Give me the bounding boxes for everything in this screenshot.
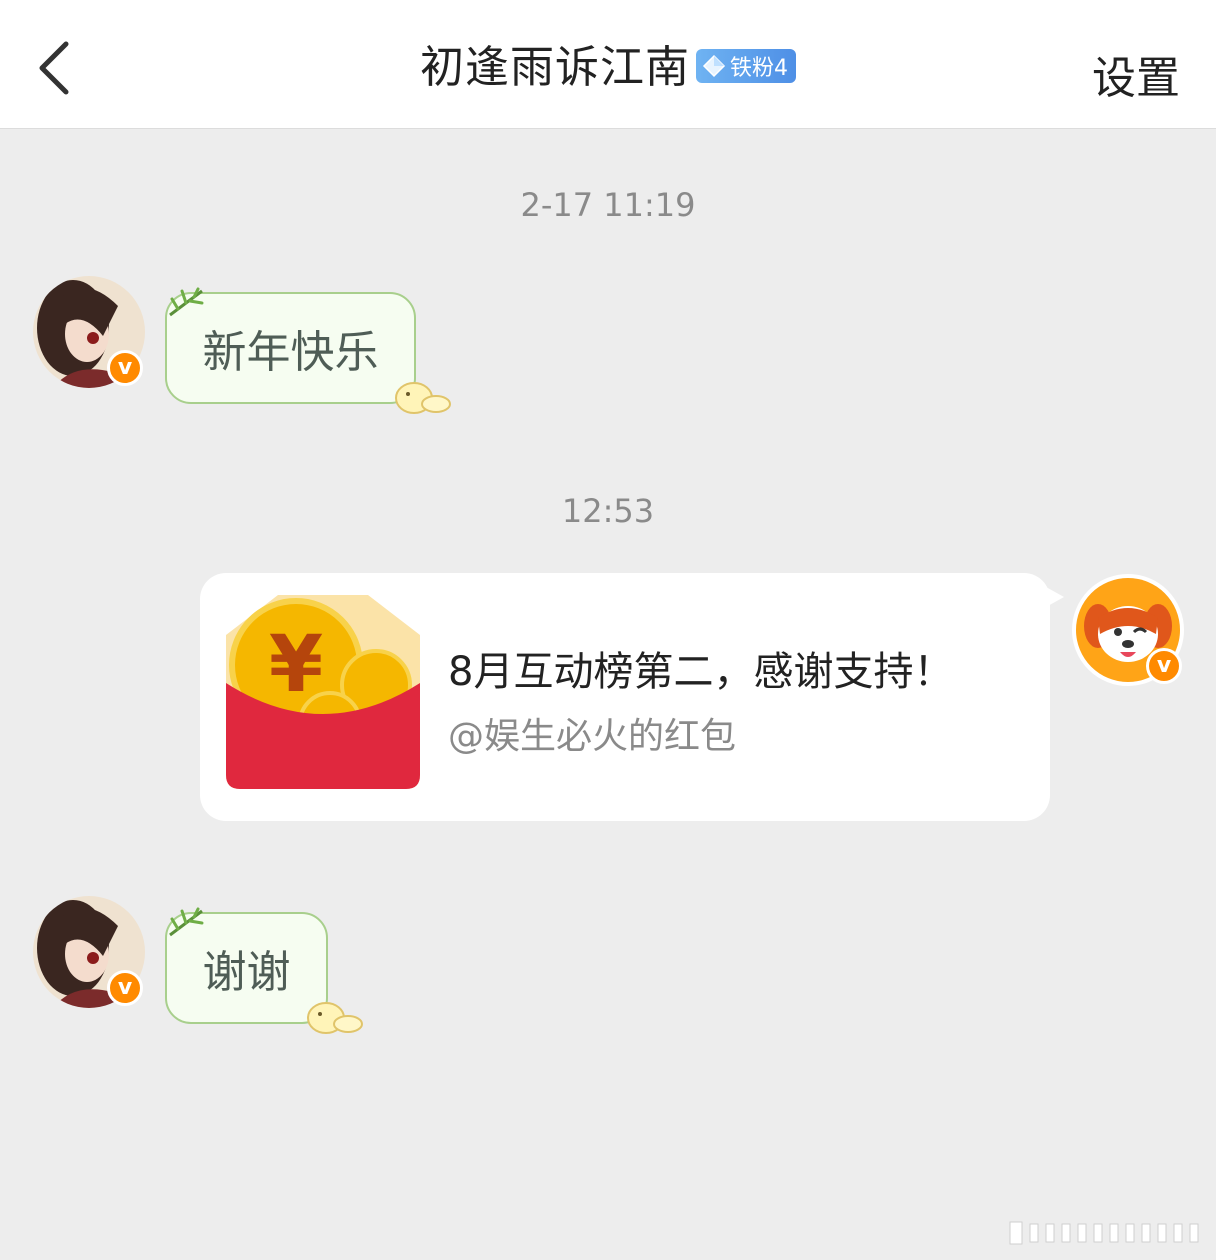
- chick-decoration-icon: [307, 1002, 363, 1034]
- bamboo-decoration-icon: [169, 907, 204, 937]
- v-verified-icon: v: [107, 970, 143, 1006]
- message-text: 谢谢: [202, 947, 291, 998]
- top-bar: 初逢雨诉江南 铁粉4 设置: [0, 0, 1216, 129]
- sender-avatar[interactable]: v: [33, 276, 145, 388]
- red-packet-title: 8月互动榜第二，感谢支持！: [448, 649, 954, 695]
- v-verified-icon: v: [1146, 648, 1182, 684]
- fan-badge-label: 铁粉4: [730, 56, 788, 81]
- settings-button[interactable]: 设置: [1092, 42, 1180, 106]
- title-group: 初逢雨诉江南 铁粉4: [0, 38, 1216, 98]
- bamboo-decoration-icon: [169, 287, 204, 317]
- red-envelope-icon: ¥: [226, 595, 420, 789]
- chick-decoration-icon: [395, 382, 451, 414]
- chat-title: 初逢雨诉江南: [420, 42, 690, 93]
- watermark-bars-icon: [1009, 1221, 1199, 1245]
- v-verified-icon: v: [107, 350, 143, 386]
- fan-level-badge: 铁粉4: [696, 49, 796, 83]
- bubble-tail: [1046, 587, 1064, 607]
- diamond-icon: [702, 54, 726, 78]
- timestamp: 12:53: [561, 492, 655, 530]
- red-packet-card[interactable]: ¥ 8月互动榜第二，感谢支持！ @娱生必火的红包: [200, 573, 1064, 821]
- red-packet-sender: @娱生必火的红包: [448, 716, 737, 757]
- self-avatar[interactable]: v: [1072, 574, 1184, 686]
- sender-avatar[interactable]: v: [33, 896, 145, 1008]
- message-text: 新年快乐: [202, 327, 379, 378]
- timestamp: 2-17 11:19: [520, 186, 696, 224]
